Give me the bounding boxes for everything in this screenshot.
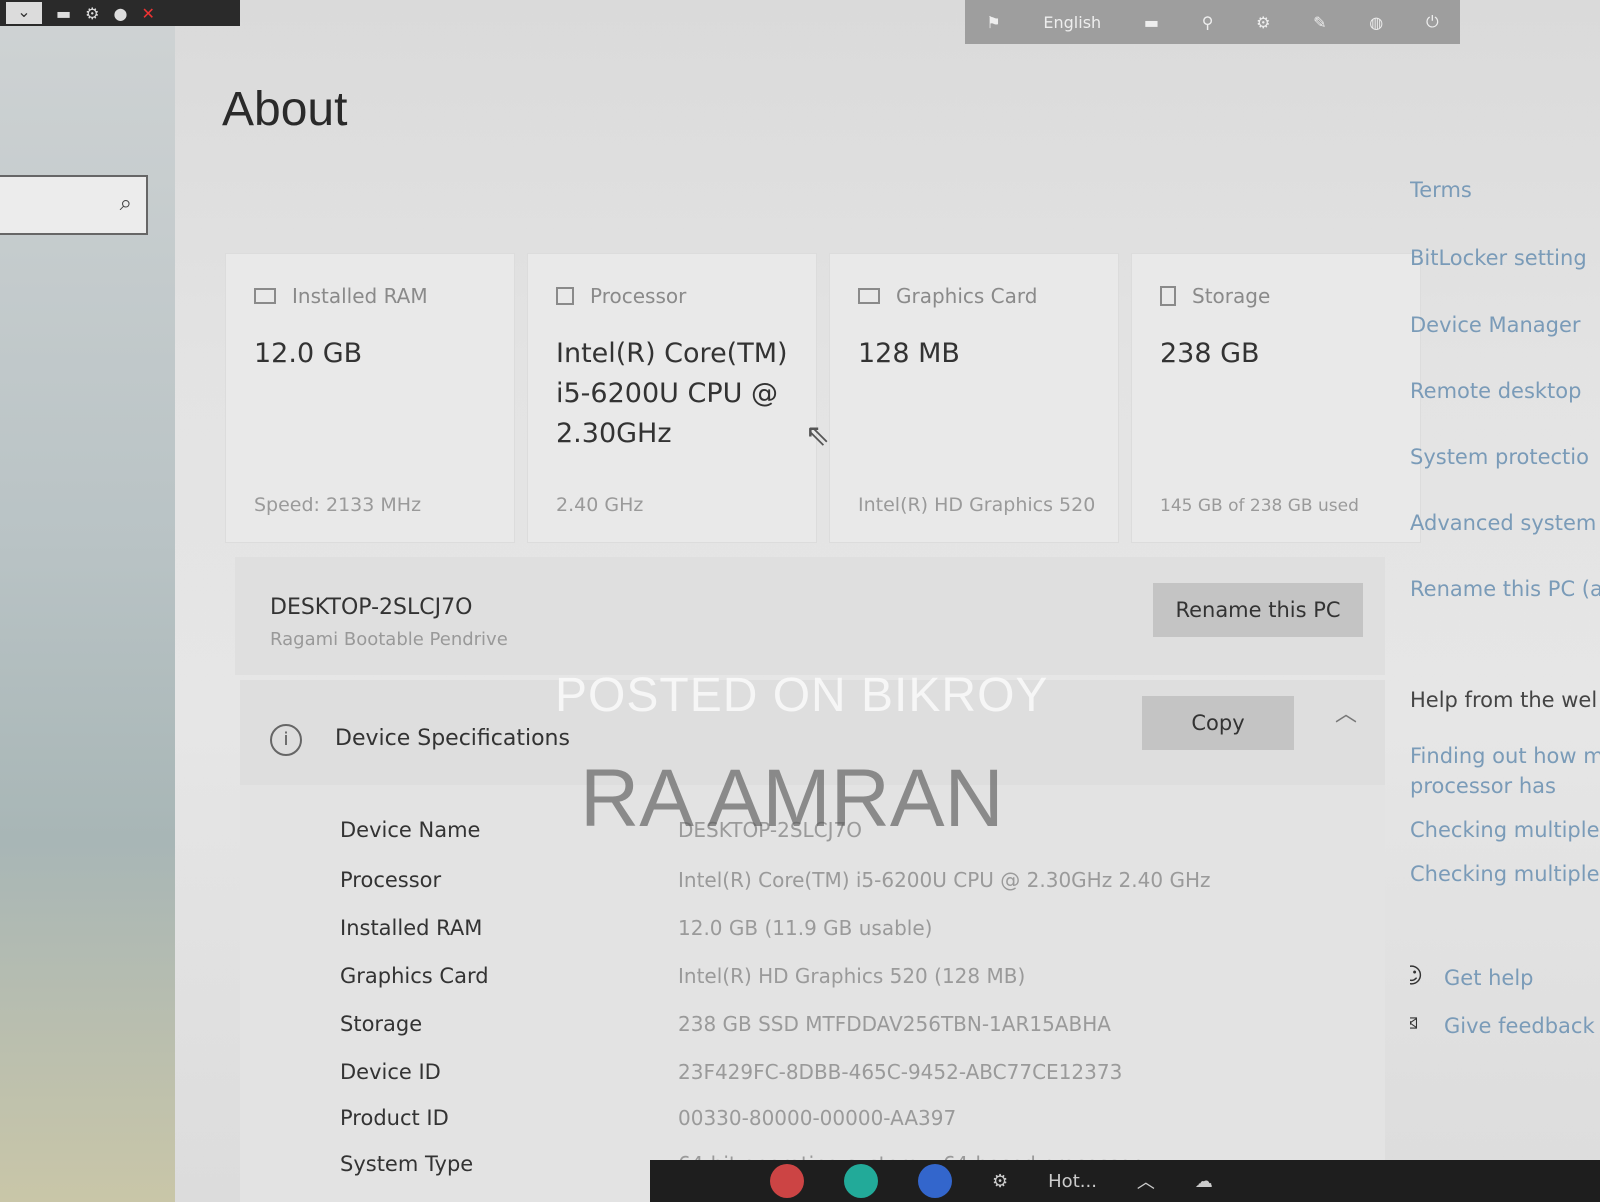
link-remote-desktop[interactable]: Remote desktop (1410, 379, 1581, 403)
globe-icon[interactable]: ◍ (1369, 13, 1383, 32)
spec-row-product-id: Product ID 00330-80000-00000-AA397 (340, 1106, 1340, 1154)
app-icon[interactable]: ● (113, 4, 127, 23)
spec-value: 23F429FC-8DBB-465C-9452-ABC77CE12373 (678, 1060, 1123, 1084)
spec-value: 12.0 GB (11.9 GB usable) (678, 916, 933, 940)
taskbar-app-icon[interactable] (770, 1164, 804, 1198)
help-link-processor[interactable]: Finding out how m (1410, 744, 1600, 768)
title-bar-right: ⚑ English ▬ ⚲ ⚙ ✎ ◍ ⏻ (965, 0, 1460, 44)
spec-key: Storage (340, 1012, 423, 1036)
spec-row-storage: Storage 238 GB SSD MTFDDAV256TBN-1AR15AB… (340, 1012, 1340, 1060)
processor-icon (556, 287, 574, 305)
spec-key: Device Name (340, 818, 481, 842)
spec-key: Graphics Card (340, 964, 489, 988)
title-bar-left: ⌄ ▬ ⚙ ● ✕ (0, 0, 240, 26)
link-advanced-system[interactable]: Advanced system (1410, 511, 1596, 535)
card-storage: Storage 238 GB 145 GB of 238 GB used (1131, 253, 1421, 543)
get-help-link[interactable]: Get help (1444, 966, 1534, 990)
search-icon: ⌕ (119, 191, 132, 216)
spec-cards: Installed RAM 12.0 GB Speed: 2133 MHz Pr… (225, 253, 1421, 543)
link-bitlocker[interactable]: BitLocker setting (1410, 246, 1587, 270)
pin-icon[interactable]: ⚲ (1202, 13, 1214, 32)
related-settings-pane: Terms BitLocker setting Device Manager R… (1410, 150, 1600, 1150)
get-help-icon: ☺ (1410, 964, 1423, 989)
card-label: Storage (1192, 284, 1271, 308)
watermark-line2: RA AMRAN (580, 753, 1004, 844)
card-label: Graphics Card (896, 284, 1038, 308)
help-link-checking-1[interactable]: Checking multiple (1410, 818, 1600, 842)
graphics-card-icon (858, 288, 880, 304)
pen-icon[interactable]: ✎ (1313, 13, 1326, 32)
spec-row-graphics-card: Graphics Card Intel(R) HD Graphics 520 (… (340, 964, 1340, 1012)
card-label: Processor (590, 284, 687, 308)
spec-value: 00330-80000-00000-AA397 (678, 1106, 957, 1130)
spec-key: System Type (340, 1152, 474, 1176)
card-value: 128 MB (858, 338, 960, 369)
link-system-protection[interactable]: System protectio (1410, 445, 1589, 469)
chevron-up-icon[interactable]: ︿ (1335, 696, 1357, 728)
spec-row-installed-ram: Installed RAM 12.0 GB (11.9 GB usable) (340, 916, 1340, 964)
pc-organization: Ragami Bootable Pendrive (270, 629, 508, 650)
help-link-checking-2[interactable]: Checking multiple (1410, 862, 1600, 886)
card-value: Intel(R) Core(TM) i5-6200U CPU @ 2.30GHz (556, 338, 788, 449)
flag-icon[interactable]: ⚑ (986, 13, 1000, 32)
help-link-processor-line2[interactable]: processor has (1410, 774, 1556, 798)
power-icon[interactable]: ⏻ (1426, 12, 1439, 32)
give-feedback-link[interactable]: Give feedback (1444, 1014, 1595, 1038)
feedback-icon: ✉ (1410, 1012, 1418, 1037)
spec-key: Product ID (340, 1106, 449, 1130)
info-icon: i (270, 724, 302, 756)
help-heading: Help from the wel (1410, 688, 1598, 712)
card-graphics: Graphics Card 128 MB Intel(R) HD Graphic… (829, 253, 1119, 543)
taskbar-settings-icon[interactable]: ⚙ (992, 1171, 1008, 1192)
ram-icon (254, 288, 276, 304)
spec-key: Device ID (340, 1060, 441, 1084)
close-icon[interactable]: ✕ (141, 4, 154, 23)
storage-icon (1160, 286, 1176, 306)
keyboard-icon[interactable]: ▬ (1144, 13, 1159, 32)
link-device-manager[interactable]: Device Manager (1410, 313, 1581, 337)
card-value: 238 GB (1160, 338, 1260, 369)
spec-value: Intel(R) Core(TM) i5-6200U CPU @ 2.30GHz… (678, 868, 1211, 892)
spec-key: Installed RAM (340, 916, 483, 940)
card-sub: Intel(R) HD Graphics 520 (858, 494, 1096, 516)
rename-pc-button[interactable]: Rename this PC (1153, 583, 1363, 637)
copy-button[interactable]: Copy (1142, 696, 1294, 750)
chevron-down-icon[interactable]: ⌄ (6, 2, 42, 24)
spec-row-device-id: Device ID 23F429FC-8DBB-465C-9452-ABC77C… (340, 1060, 1340, 1108)
taskbar: ⚙ Hot... ︿ ☁ (650, 1160, 1600, 1202)
card-sub: 145 GB of 238 GB used (1160, 496, 1359, 516)
pc-name-row: DESKTOP-2SLCJ7O Ragami Bootable Pendrive… (235, 557, 1385, 675)
weather-label[interactable]: Hot... (1048, 1171, 1097, 1192)
spec-value: Intel(R) HD Graphics 520 (128 MB) (678, 964, 1026, 988)
card-installed-ram: Installed RAM 12.0 GB Speed: 2133 MHz (225, 253, 515, 543)
taskbar-app-icon[interactable] (844, 1164, 878, 1198)
search-input[interactable]: ⌕ (0, 175, 148, 235)
card-processor: Processor Intel(R) Core(TM) i5-6200U CPU… (527, 253, 817, 543)
spec-row-processor: Processor Intel(R) Core(TM) i5-6200U CPU… (340, 868, 1340, 916)
link-rename-pc[interactable]: Rename this PC (a (1410, 577, 1600, 601)
card-value: 12.0 GB (254, 338, 363, 369)
pc-name: DESKTOP-2SLCJ7O (270, 595, 473, 620)
specs-title: Device Specifications (335, 726, 570, 751)
language-label[interactable]: English (1043, 13, 1101, 32)
mouse-cursor-icon: ⇖ (805, 418, 831, 453)
minimize-icon[interactable]: ▬ (56, 4, 71, 23)
tray-chevron-icon[interactable]: ︿ (1137, 1168, 1155, 1194)
settings-icon[interactable]: ⚙ (1256, 13, 1270, 32)
spec-key: Processor (340, 868, 442, 892)
taskbar-app-icon[interactable] (918, 1164, 952, 1198)
card-label: Installed RAM (292, 284, 428, 308)
card-sub: Speed: 2133 MHz (254, 494, 422, 516)
card-sub: 2.40 GHz (556, 494, 644, 516)
link-terms[interactable]: Terms (1410, 178, 1472, 202)
gear-icon[interactable]: ⚙ (85, 4, 99, 23)
page-title: About (222, 83, 348, 136)
tray-cloud-icon[interactable]: ☁ (1195, 1171, 1213, 1192)
watermark-line1: POSTED ON BIKROY (555, 669, 1049, 722)
spec-value: 238 GB SSD MTFDDAV256TBN-1AR15ABHA (678, 1012, 1111, 1036)
